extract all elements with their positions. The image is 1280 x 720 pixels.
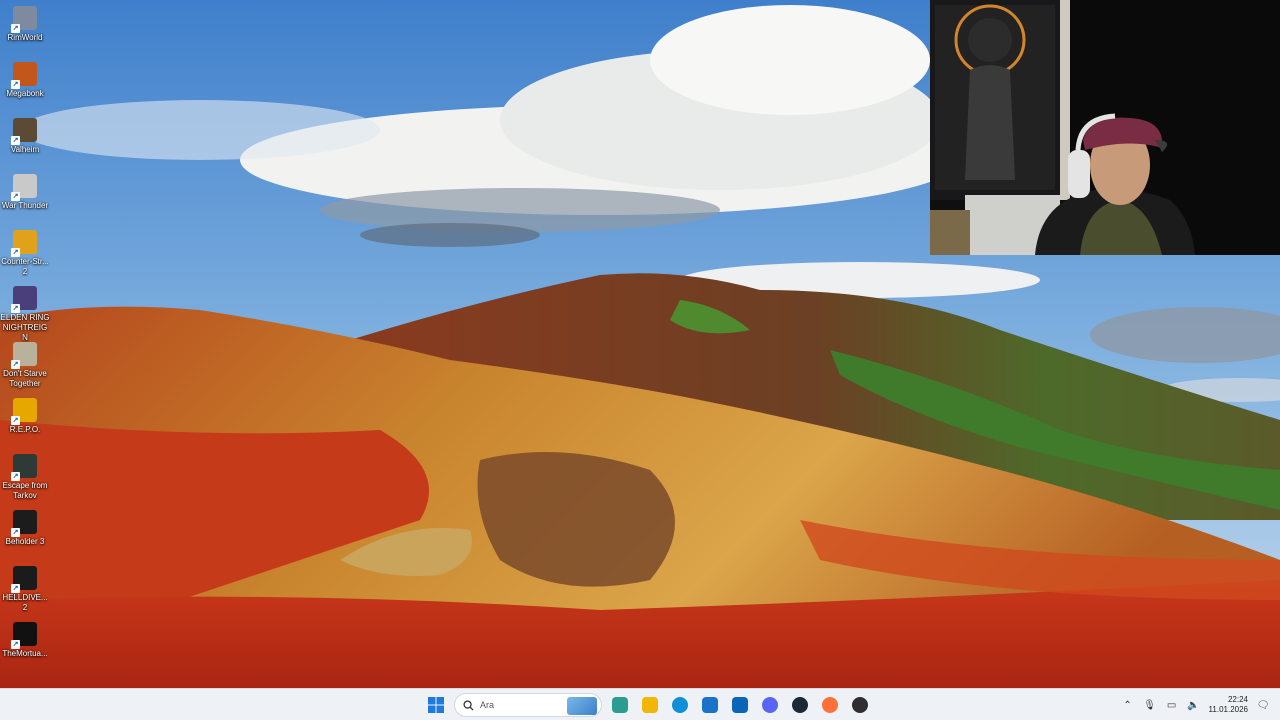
network-icon[interactable]: ▭ (1165, 700, 1179, 711)
desktop-shortcut-label: War Thunder (1, 201, 49, 210)
desktop-shortcut[interactable]: Megabonk (0, 62, 50, 99)
firefox-button[interactable] (818, 693, 842, 717)
desktop-shortcut-label: R.E.P.O. (9, 425, 41, 434)
windows-icon (428, 697, 444, 713)
volume-icon[interactable]: 🔈 (1187, 700, 1201, 711)
clock-time: 22:24 (1227, 695, 1248, 704)
widgets-icon (612, 697, 628, 713)
obs-icon (852, 697, 868, 713)
mortuary-icon (11, 622, 37, 649)
rimworld-icon (11, 6, 37, 33)
store-button[interactable] (698, 693, 722, 717)
desktop-shortcut-label: Counter-Str... 2 (1, 257, 49, 276)
desktop-shortcut-label: TheMortua... (2, 649, 48, 658)
edge-icon (672, 697, 688, 713)
tarkov-icon (11, 454, 37, 481)
desktop-shortcut[interactable]: Counter-Str... 2 (0, 230, 50, 277)
search-placeholder: Ara (480, 700, 495, 710)
valheim-icon (11, 118, 37, 145)
search-icon (463, 699, 474, 711)
taskbar: Ara ⌃ 🎙 ▭ 🔈 22:24 11.01.2026 🗨 (0, 688, 1280, 720)
folder-icon (642, 697, 658, 713)
desktop-shortcut-label: Beholder 3 (5, 537, 45, 546)
discord-icon (762, 697, 778, 713)
beholder-icon (11, 510, 37, 537)
steam-button[interactable] (788, 693, 812, 717)
desktop-shortcut-label: Don't Starve Together (3, 369, 47, 388)
system-tray: ⌃ 🎙 ▭ 🔈 22:24 11.01.2026 🗨 (1121, 689, 1280, 720)
dont-starve-icon (11, 342, 37, 369)
desktop-shortcut[interactable]: Escape from Tarkov (0, 454, 50, 501)
clock-date: 11.01.2026 (1208, 705, 1248, 714)
file-explorer-button[interactable] (638, 693, 662, 717)
desktop-shortcut-label: Megabonk (6, 89, 44, 98)
desktop-shortcut[interactable]: TheMortua... (0, 622, 50, 659)
desktop-shortcut[interactable]: HELLDIVE... 2 (0, 566, 50, 613)
megabonk-icon (11, 62, 37, 89)
counter-strike-icon (11, 230, 37, 257)
outlook-icon (732, 697, 748, 713)
microphone-icon[interactable]: 🎙 (1143, 700, 1157, 711)
store-icon (702, 697, 718, 713)
desktop-shortcut[interactable]: Beholder 3 (0, 510, 50, 547)
steam-icon (792, 697, 808, 713)
notification-icon[interactable]: 🗨 (1256, 700, 1270, 711)
search-highlight-image (567, 697, 597, 715)
desktop-shortcut-label: Escape from Tarkov (2, 481, 48, 500)
helldivers-icon (11, 566, 37, 593)
start-button[interactable] (424, 693, 448, 717)
chevron-up-icon[interactable]: ⌃ (1121, 700, 1135, 711)
elden-ring-icon (11, 286, 37, 313)
desktop-shortcut[interactable]: Don't Starve Together (0, 342, 50, 389)
discord-button[interactable] (758, 693, 782, 717)
obs-button[interactable] (848, 693, 872, 717)
webcam-overlay (930, 0, 1280, 255)
desktop-shortcut-label: ELDEN RING NIGHTREIGN (0, 313, 50, 342)
desktop-shortcut-label: Valheim (10, 145, 40, 154)
repo-icon (11, 398, 37, 425)
desktop-shortcut[interactable]: War Thunder (0, 174, 50, 211)
desktop-shortcut-label: HELLDIVE... 2 (2, 593, 48, 612)
desktop-shortcut[interactable]: RimWorld (0, 6, 50, 43)
desktop-shortcut[interactable]: Valheim (0, 118, 50, 155)
desktop-shortcut[interactable]: ELDEN RING NIGHTREIGN (0, 286, 50, 343)
desktop-shortcut-label: RimWorld (7, 33, 43, 42)
taskbar-search-box[interactable]: Ara (454, 693, 602, 717)
war-thunder-icon (11, 174, 37, 201)
edge-button[interactable] (668, 693, 692, 717)
desktop-shortcut[interactable]: R.E.P.O. (0, 398, 50, 435)
clock[interactable]: 22:24 11.01.2026 (1209, 695, 1248, 715)
firefox-icon (822, 697, 838, 713)
outlook-button[interactable] (728, 693, 752, 717)
widgets-button[interactable] (608, 693, 632, 717)
